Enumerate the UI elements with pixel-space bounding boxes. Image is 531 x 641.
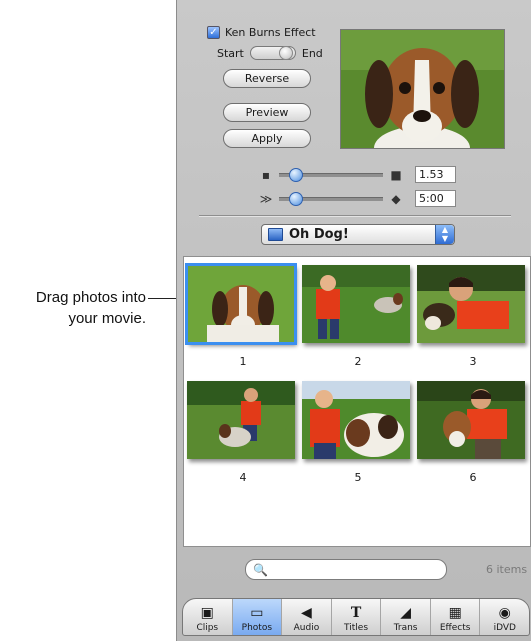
ken-burns-checkbox[interactable]: ✓ Ken Burns Effect	[207, 26, 316, 39]
start-end-toggle-row: Start End	[217, 46, 323, 60]
zoom-slider-row: ▪ ■ 1.53	[257, 166, 456, 183]
callout-text: Drag photos into your movie.	[35, 289, 146, 327]
search-input[interactable]	[271, 562, 436, 577]
start-label: Start	[217, 46, 244, 60]
tab-audio[interactable]: ◀ Audio	[282, 599, 332, 635]
photo-2-image	[302, 265, 410, 343]
ken-burns-label: Ken Burns Effect	[225, 26, 316, 39]
photo-number: 3	[469, 355, 477, 368]
callout: Drag photos into your movie.	[0, 287, 176, 329]
turtle-icon: ◆	[391, 191, 401, 206]
zoom-out-icon: ▪	[261, 167, 271, 182]
album-selected-label: Oh Dog!	[289, 227, 349, 242]
photo-1-image	[185, 263, 297, 345]
start-end-toggle[interactable]	[249, 46, 296, 60]
search-field[interactable]: 🔍	[245, 559, 447, 580]
photos-pane: ✓ Ken Burns Effect Start End Reverse Pre…	[176, 0, 531, 641]
rabbit-icon: ≫	[259, 191, 273, 206]
pane-tab-bar: ▣ Clips ▭ Photos ◀ Audio T Titles ◢ Tran…	[182, 598, 530, 636]
search-icon: 🔍	[253, 562, 268, 577]
zoom-in-icon: ■	[390, 167, 402, 182]
duration-value-field[interactable]: 5:00	[415, 190, 456, 207]
photo-number: 2	[354, 355, 362, 368]
preview-button[interactable]: Preview	[223, 103, 311, 122]
duration-slider-thumb[interactable]	[289, 191, 303, 206]
transitions-icon: ◢	[400, 605, 411, 621]
zoom-slider[interactable]	[279, 167, 383, 182]
photos-icon: ▭	[250, 605, 264, 621]
callout-leader-line	[148, 298, 176, 299]
photo-3-image	[417, 265, 525, 343]
photo-thumbnail-6[interactable]: 6	[417, 381, 529, 484]
ken-burns-preview-image	[340, 29, 505, 149]
clips-icon: ▣	[200, 605, 214, 621]
photo-4-image	[187, 381, 295, 459]
apply-button[interactable]: Apply	[223, 129, 311, 148]
item-count: 6 items	[486, 563, 528, 576]
duration-slider-row: ≫ ◆ 5:00	[257, 190, 456, 207]
end-label: End	[301, 46, 323, 60]
photo-thumbnail-5[interactable]: 5	[302, 381, 414, 484]
photo-thumbnail-3[interactable]: 3	[417, 265, 529, 368]
photo-number: 1	[239, 355, 247, 368]
photo-number: 4	[239, 471, 247, 484]
zoom-value-field[interactable]: 1.53	[415, 166, 456, 183]
popup-arrows-icon: ▲ ▼	[435, 225, 454, 244]
reverse-button[interactable]: Reverse	[223, 69, 311, 88]
toggle-knob[interactable]	[278, 46, 293, 60]
divider	[199, 215, 511, 217]
photo-6-image	[417, 381, 525, 459]
tab-clips[interactable]: ▣ Clips	[183, 599, 233, 635]
tab-effects[interactable]: ▦ Effects	[431, 599, 481, 635]
effects-icon: ▦	[448, 605, 462, 621]
photo-5-image	[302, 381, 410, 459]
album-icon	[268, 228, 283, 241]
photo-browser: 1 2 3 4 5 6	[183, 256, 531, 547]
photo-thumbnail-1[interactable]: 1	[185, 263, 299, 368]
album-popup[interactable]: Oh Dog! ▲ ▼	[261, 224, 455, 245]
checkmark-icon: ✓	[207, 26, 220, 39]
tab-photos[interactable]: ▭ Photos	[232, 599, 283, 635]
audio-icon: ◀	[301, 605, 312, 621]
tab-trans[interactable]: ◢ Trans	[381, 599, 431, 635]
photo-thumbnail-4[interactable]: 4	[187, 381, 299, 484]
zoom-slider-thumb[interactable]	[289, 167, 303, 182]
photo-thumbnail-2[interactable]: 2	[302, 265, 414, 368]
photo-number: 5	[354, 471, 362, 484]
tab-idvd[interactable]: ◉ iDVD	[480, 599, 529, 635]
idvd-icon: ◉	[498, 605, 511, 621]
tab-titles[interactable]: T Titles	[332, 599, 382, 635]
titles-icon: T	[350, 605, 362, 621]
duration-slider[interactable]	[279, 191, 383, 206]
photo-number: 6	[469, 471, 477, 484]
